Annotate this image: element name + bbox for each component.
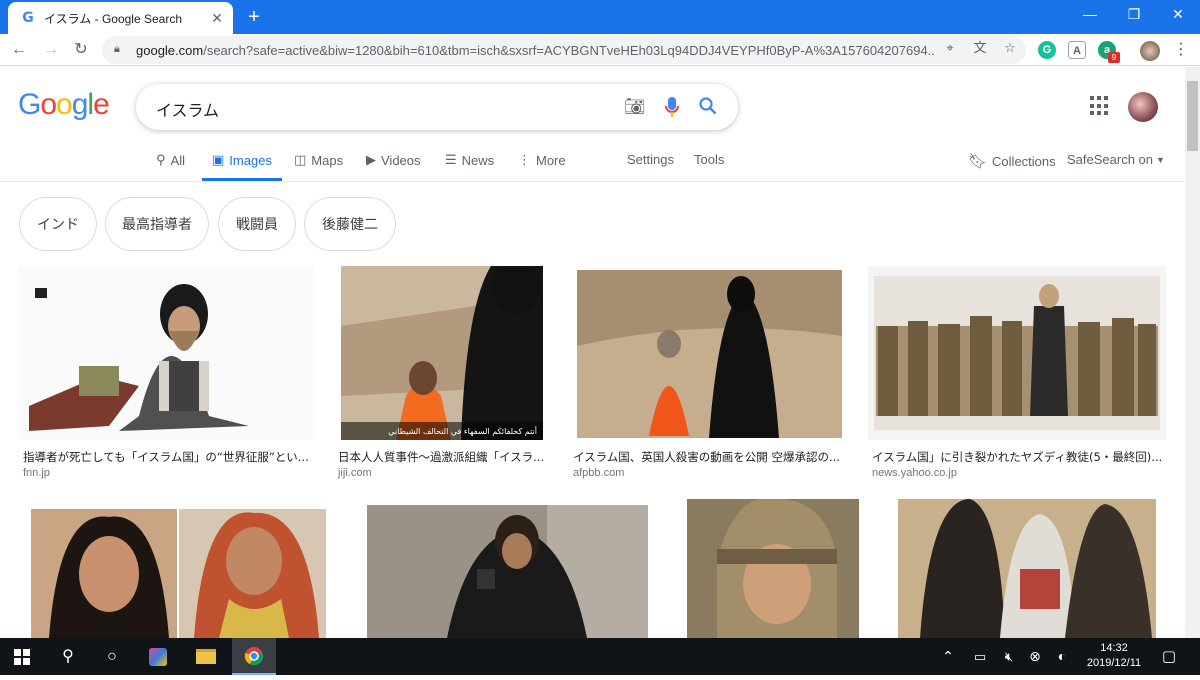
scrollbar-thumb[interactable] bbox=[1187, 81, 1198, 151]
minimize-button[interactable]: — bbox=[1068, 0, 1112, 30]
extension-badge: 9 bbox=[1108, 52, 1120, 63]
taskbar-clock[interactable]: 14:32 2019/12/11 bbox=[1080, 641, 1148, 671]
result-source: fnn.jp bbox=[23, 467, 50, 479]
search-icon[interactable] bbox=[698, 97, 718, 117]
result-title[interactable]: イスラム国」に引き裂かれたヤズディ教徒(5・最終回)... bbox=[872, 449, 1162, 465]
result-thumbnail[interactable] bbox=[890, 499, 1166, 638]
microphone-icon[interactable] bbox=[662, 97, 682, 117]
safesearch-toggle[interactable]: SafeSearch on ▼ bbox=[1067, 152, 1165, 167]
tab-news[interactable]: ☰ News bbox=[445, 152, 494, 168]
result-thumbnail[interactable] bbox=[868, 266, 1166, 440]
close-window-button[interactable]: ✕ bbox=[1156, 0, 1200, 30]
translate-icon[interactable]: 文 bbox=[972, 40, 988, 56]
logo-letter: o bbox=[56, 88, 73, 121]
address-bar[interactable]: 🔒︎ google.com/search?safe=active&biw=128… bbox=[102, 36, 1026, 64]
browser-tab[interactable]: G イスラム - Google Search ✕ bbox=[8, 2, 233, 34]
tab-more[interactable]: ⋮ More bbox=[518, 152, 566, 168]
result-thumbnail[interactable] bbox=[677, 499, 869, 638]
camera-icon[interactable]: 📷︎ bbox=[624, 97, 646, 117]
result-title[interactable]: 日本人人質事件～過激派組織「イスラ... bbox=[338, 449, 548, 465]
result-source: news.yahoo.co.jp bbox=[872, 467, 957, 479]
settings-link[interactable]: Settings bbox=[627, 152, 674, 167]
google-logo[interactable]: Google bbox=[18, 88, 110, 122]
reload-button[interactable]: ↻ bbox=[70, 39, 92, 61]
url-text: google.com/search?safe=active&biw=1280&b… bbox=[136, 42, 936, 58]
result-source: afpbb.com bbox=[573, 467, 625, 479]
result-thumbnail[interactable] bbox=[19, 499, 336, 638]
result-thumbnail[interactable] bbox=[19, 266, 315, 440]
chrome-menu-icon[interactable]: ⋮ bbox=[1170, 39, 1192, 61]
back-button[interactable]: ← bbox=[8, 39, 30, 61]
tools-link[interactable]: Tools bbox=[694, 152, 724, 167]
logo-letter: o bbox=[40, 88, 57, 121]
dropdown-arrow-icon: ▼ bbox=[1156, 154, 1165, 165]
result-title[interactable]: 指導者が死亡しても「イスラム国」の“世界征服”とい... bbox=[23, 449, 313, 465]
profile-avatar[interactable] bbox=[1140, 41, 1160, 61]
grammarly-extension-icon[interactable]: G bbox=[1038, 41, 1056, 59]
result-thumbnail[interactable] bbox=[569, 266, 849, 440]
tab-images[interactable]: ▣ Images bbox=[212, 152, 272, 168]
result-thumbnail[interactable] bbox=[357, 499, 658, 638]
bookmark-icon: 🔖︎ bbox=[968, 153, 988, 170]
image-caption-text: أنتم كحلفائكم السفهاء في التحالف الشيطان… bbox=[388, 426, 537, 436]
search-input[interactable]: イスラム bbox=[156, 97, 219, 121]
browser-toolbar: ← → ↻ 🔒︎ google.com/search?safe=active&b… bbox=[0, 34, 1200, 66]
location-icon[interactable]: ⌖ bbox=[942, 40, 958, 56]
google-favicon-icon: G bbox=[22, 10, 34, 26]
chip-supreme-leader[interactable]: 最高指導者 bbox=[105, 197, 209, 251]
logo-letter: G bbox=[18, 88, 41, 121]
page-scrollbar[interactable] bbox=[1185, 67, 1200, 638]
result-title[interactable]: イスラム国、英国人殺害の動画を公開 空爆承認の... bbox=[573, 449, 843, 465]
chrome-taskbar-icon[interactable] bbox=[232, 638, 276, 675]
restore-button[interactable]: ❐ bbox=[1112, 0, 1156, 30]
active-tab-indicator bbox=[202, 178, 282, 181]
tab-videos[interactable]: ▶ Videos bbox=[366, 152, 421, 168]
extension-a-icon[interactable]: A bbox=[1068, 41, 1086, 59]
image-icon: ▣ bbox=[212, 152, 225, 167]
close-tab-icon[interactable]: ✕ bbox=[209, 10, 225, 26]
cortana-icon[interactable]: ○ bbox=[90, 638, 134, 675]
search-icon: ⚲ bbox=[156, 152, 166, 167]
google-apps-icon[interactable] bbox=[1090, 96, 1110, 116]
tab-maps[interactable]: ◫ Maps bbox=[294, 152, 343, 168]
file-explorer-icon[interactable] bbox=[184, 638, 228, 675]
search-tabs: ⚲ All ▣ Images ◫ Maps ▶ Videos ☰ News ⋮ More S… bbox=[0, 140, 1184, 182]
map-icon: ◫ bbox=[294, 152, 307, 167]
search-box[interactable]: イスラム 📷︎ bbox=[136, 84, 738, 130]
news-icon: ☰ bbox=[445, 152, 457, 167]
lock-icon: 🔒︎ bbox=[114, 43, 120, 55]
app-icon[interactable] bbox=[136, 638, 180, 675]
forward-button[interactable]: → bbox=[40, 39, 62, 61]
new-tab-button[interactable]: + bbox=[244, 7, 264, 27]
logo-letter: e bbox=[93, 88, 110, 121]
result-thumbnail[interactable]: أنتم كحلفائكم السفهاء في التحالف الشيطان… bbox=[341, 266, 543, 440]
result-source: jiji.com bbox=[338, 467, 372, 479]
logo-letter: g bbox=[71, 88, 89, 121]
collections-link[interactable]: 🔖︎ Collections bbox=[968, 152, 1056, 170]
video-icon: ▶ bbox=[366, 152, 376, 167]
tab-all[interactable]: ⚲ All bbox=[156, 152, 185, 168]
account-avatar[interactable] bbox=[1128, 92, 1158, 122]
notification-app-icon[interactable]: ◐ bbox=[1046, 638, 1078, 675]
search-icon[interactable]: ⚲ bbox=[46, 638, 90, 675]
tab-title: イスラム - Google Search bbox=[44, 11, 182, 26]
chip-combatant[interactable]: 戦闘員 bbox=[218, 197, 296, 251]
bookmark-star-icon[interactable]: ☆ bbox=[1002, 40, 1018, 56]
chip-india[interactable]: インド bbox=[19, 197, 97, 251]
clock-date: 2019/12/11 bbox=[1086, 657, 1142, 669]
tab-strip: G イスラム - Google Search ✕ + — ❐ ✕ bbox=[0, 0, 1200, 34]
clock-time: 14:32 bbox=[1100, 642, 1128, 654]
windows-start-icon[interactable] bbox=[0, 638, 44, 675]
action-center-icon[interactable]: ▢ bbox=[1154, 638, 1184, 675]
windows-taskbar: ⚲ ○ ⌃ ▭ 🔇︎ ⊗ ◐ 14:32 2019/12/11 ▢ bbox=[0, 638, 1200, 675]
more-vert-icon: ⋮ bbox=[518, 152, 531, 167]
chip-goto-kenji[interactable]: 後藤健二 bbox=[304, 197, 396, 251]
